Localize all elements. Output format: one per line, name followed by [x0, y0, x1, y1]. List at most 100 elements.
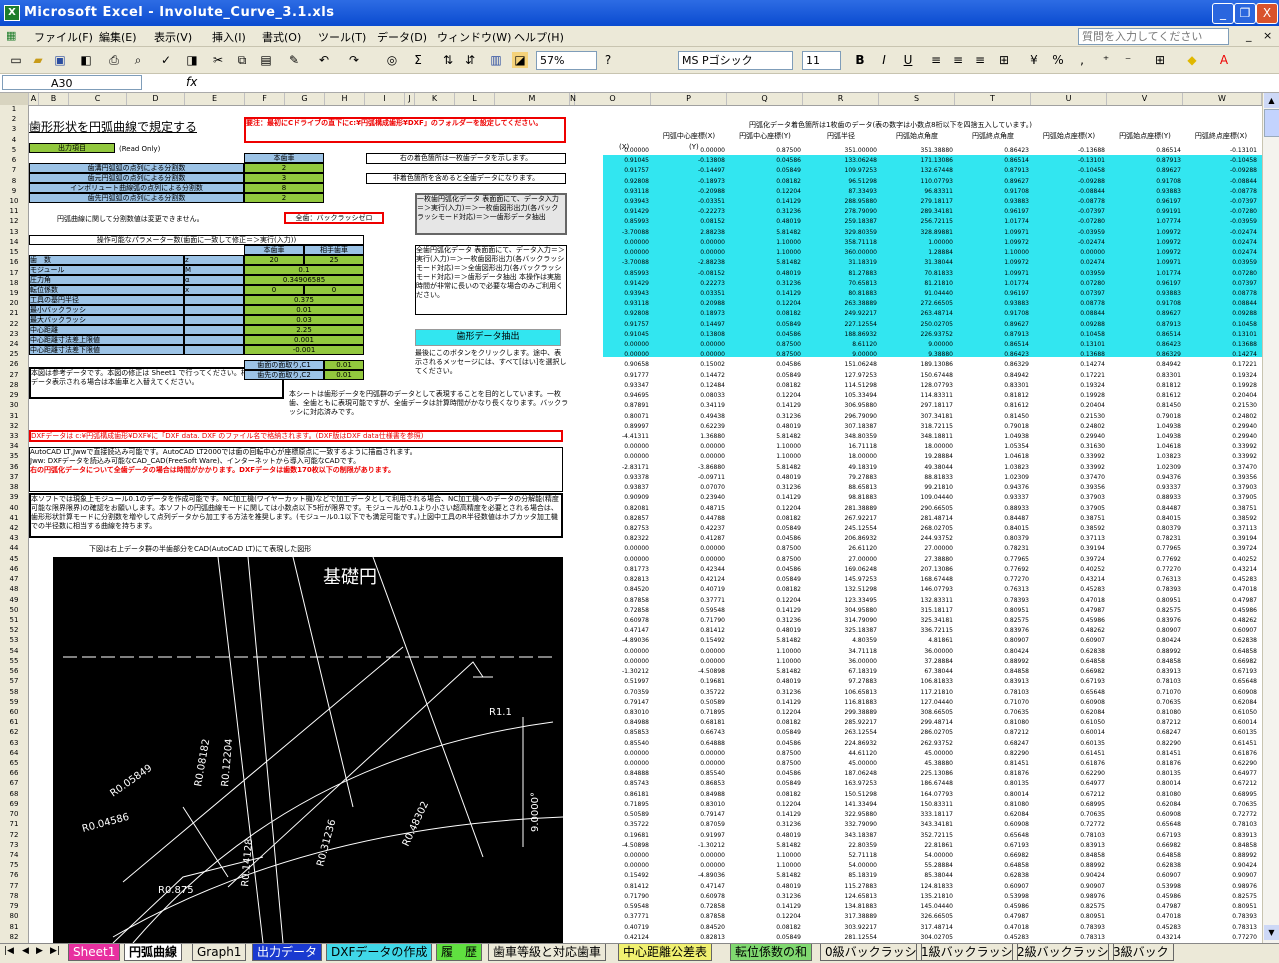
- column-header[interactable]: V: [1107, 93, 1183, 105]
- row-header[interactable]: 54: [0, 647, 28, 656]
- row-header[interactable]: 47: [0, 575, 28, 584]
- row-header[interactable]: 29: [0, 391, 28, 400]
- row-header[interactable]: 4: [0, 136, 28, 145]
- row-header[interactable]: 30: [0, 401, 28, 410]
- menu-data[interactable]: データ(D): [377, 29, 427, 45]
- scroll-thumb[interactable]: [1264, 109, 1279, 137]
- vertical-scrollbar[interactable]: ▲ ▼: [1262, 93, 1279, 943]
- row-header[interactable]: 44: [0, 544, 28, 553]
- print-icon[interactable]: ⎙: [106, 52, 122, 68]
- spelling-icon[interactable]: ✓: [158, 52, 174, 68]
- column-header[interactable]: E: [185, 93, 245, 105]
- row-header[interactable]: 16: [0, 258, 28, 267]
- font-select[interactable]: MS Pゴシック: [678, 51, 793, 70]
- tab-center-distance[interactable]: 中心距離公差表: [618, 944, 713, 961]
- row-header[interactable]: 37: [0, 473, 28, 482]
- tab-arc-curve[interactable]: 円弧曲線: [124, 944, 183, 961]
- paste-icon[interactable]: ▤: [258, 52, 274, 68]
- row-header[interactable]: 53: [0, 636, 28, 645]
- param-value[interactable]: -0.001: [244, 345, 364, 355]
- decrease-decimal-icon[interactable]: ⁻: [1120, 52, 1136, 68]
- row-header[interactable]: 2: [0, 115, 28, 124]
- chamfer-value[interactable]: 0.01: [324, 360, 364, 370]
- tab-backlash-3[interactable]: 3級バック: [1108, 944, 1174, 961]
- format-painter-icon[interactable]: ✎: [286, 52, 302, 68]
- tab-gear-grade[interactable]: 歯車等級と対応歯車: [488, 944, 607, 961]
- param-value[interactable]: 0.001: [244, 335, 364, 345]
- row-header[interactable]: 61: [0, 718, 28, 727]
- param-value[interactable]: 0.34906585: [244, 275, 364, 285]
- row-header[interactable]: 50: [0, 606, 28, 615]
- font-color-icon[interactable]: A: [1216, 52, 1232, 68]
- row-header[interactable]: 12: [0, 217, 28, 226]
- row-header[interactable]: 23: [0, 330, 28, 339]
- row-header[interactable]: 64: [0, 749, 28, 758]
- column-header[interactable]: U: [1031, 93, 1107, 105]
- cut-icon[interactable]: ✂: [210, 52, 226, 68]
- row-header[interactable]: 58: [0, 688, 28, 697]
- row-header[interactable]: 36: [0, 463, 28, 472]
- menu-format[interactable]: 書式(O): [262, 29, 301, 45]
- extract-data-button[interactable]: 歯形データ抽出: [415, 329, 561, 346]
- row-header[interactable]: 81: [0, 923, 28, 932]
- row-header[interactable]: 1: [0, 105, 28, 114]
- row-header[interactable]: 14: [0, 238, 28, 247]
- row-header[interactable]: 7: [0, 166, 28, 175]
- tab-first-icon[interactable]: |◀: [4, 946, 14, 956]
- menu-edit[interactable]: 編集(E): [99, 29, 137, 45]
- permission-icon[interactable]: ◧: [78, 52, 94, 68]
- row-header[interactable]: 67: [0, 779, 28, 788]
- tab-prev-icon[interactable]: ◀: [22, 946, 29, 956]
- tab-backlash-2[interactable]: 2級バックラッシ: [1012, 944, 1114, 961]
- row-header[interactable]: 77: [0, 882, 28, 891]
- column-header[interactable]: J: [405, 93, 415, 105]
- column-header[interactable]: R: [803, 93, 879, 105]
- column-header[interactable]: C: [69, 93, 127, 105]
- menu-view[interactable]: 表示(V): [154, 29, 192, 45]
- minimize-button[interactable]: _: [1212, 3, 1234, 24]
- row-header[interactable]: 24: [0, 340, 28, 349]
- row-header[interactable]: 72: [0, 831, 28, 840]
- research-icon[interactable]: ◨: [184, 52, 200, 68]
- fill-color-icon[interactable]: ◆: [1184, 52, 1200, 68]
- align-left-icon[interactable]: ≡: [928, 52, 944, 68]
- comma-icon[interactable]: ,: [1074, 52, 1090, 68]
- param-value[interactable]: 0.1: [244, 265, 364, 275]
- row-header[interactable]: 27: [0, 371, 28, 380]
- row-header[interactable]: 57: [0, 677, 28, 686]
- tab-next-icon[interactable]: ▶: [36, 946, 43, 956]
- column-header[interactable]: I: [365, 93, 405, 105]
- column-header[interactable]: H: [325, 93, 365, 105]
- count-value[interactable]: 2: [244, 163, 324, 173]
- row-header[interactable]: 20: [0, 299, 28, 308]
- help-icon[interactable]: ?: [600, 52, 616, 68]
- row-header[interactable]: 82: [0, 933, 28, 942]
- borders-icon[interactable]: ⊞: [1152, 52, 1168, 68]
- sort-desc-icon[interactable]: ⇵: [462, 52, 478, 68]
- row-header[interactable]: 6: [0, 156, 28, 165]
- row-header[interactable]: 80: [0, 912, 28, 921]
- row-header[interactable]: 35: [0, 452, 28, 461]
- row-header[interactable]: 10: [0, 197, 28, 206]
- row-header[interactable]: 68: [0, 790, 28, 799]
- select-all-corner[interactable]: [0, 93, 29, 105]
- column-header[interactable]: Q: [727, 93, 803, 105]
- row-header[interactable]: 70: [0, 810, 28, 819]
- row-header[interactable]: 43: [0, 534, 28, 543]
- row-header[interactable]: 21: [0, 309, 28, 318]
- scroll-down-icon[interactable]: ▼: [1264, 925, 1279, 940]
- row-header[interactable]: 66: [0, 769, 28, 778]
- tab-history[interactable]: 履 歴: [436, 944, 483, 961]
- column-header[interactable]: L: [455, 93, 495, 105]
- copy-icon[interactable]: ⧉: [234, 52, 250, 68]
- column-header[interactable]: G: [285, 93, 325, 105]
- param-value[interactable]: 0.375: [244, 295, 364, 305]
- underline-button[interactable]: U: [900, 52, 916, 68]
- column-header[interactable]: K: [415, 93, 455, 105]
- drawing-icon[interactable]: ◪: [512, 52, 528, 68]
- sort-asc-icon[interactable]: ⇅: [440, 52, 456, 68]
- tab-sheet1[interactable]: Sheet1: [68, 944, 121, 961]
- tab-shift-coefficient[interactable]: 転位係数の和: [730, 944, 813, 961]
- increase-decimal-icon[interactable]: ⁺: [1098, 52, 1114, 68]
- tab-output-data[interactable]: 出力データ: [252, 944, 323, 961]
